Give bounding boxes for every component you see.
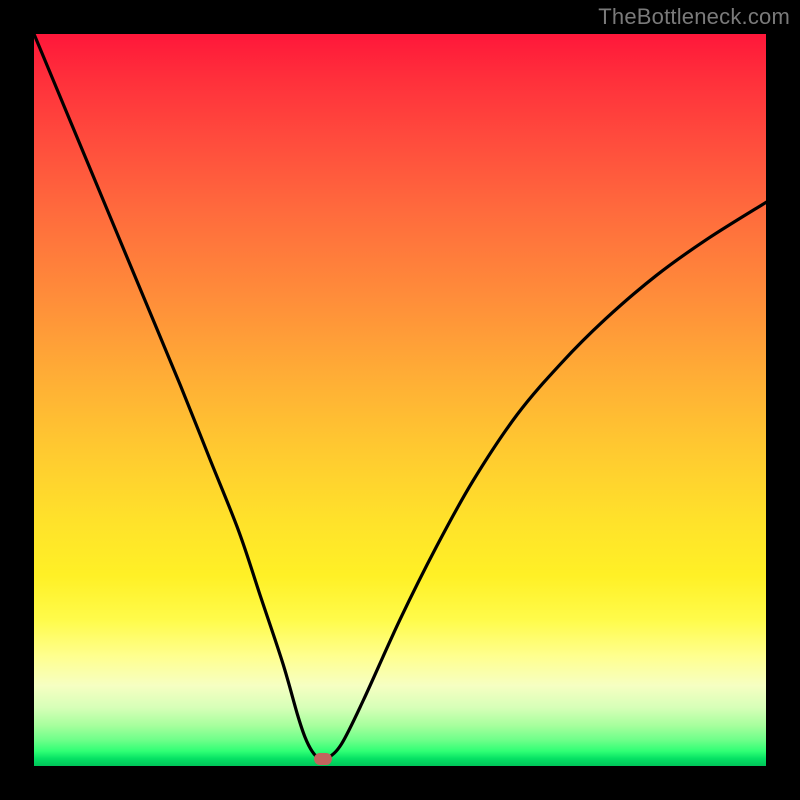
chart-frame: TheBottleneck.com: [0, 0, 800, 800]
watermark-text: TheBottleneck.com: [598, 4, 790, 30]
bottleneck-curve: [34, 34, 766, 766]
optimal-marker: [314, 753, 332, 765]
plot-area: [34, 34, 766, 766]
